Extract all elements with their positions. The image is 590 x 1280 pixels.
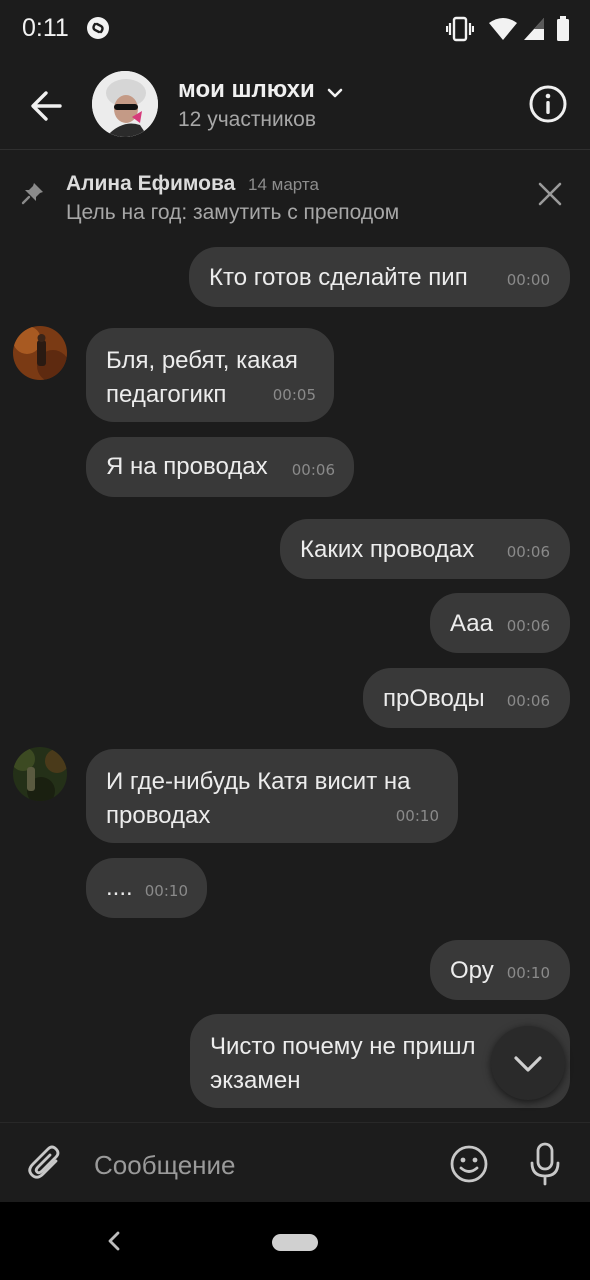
message-text: Я на проводах [106, 453, 268, 480]
avatar-image [13, 747, 67, 801]
back-arrow-icon[interactable] [24, 84, 68, 128]
wifi-icon [489, 18, 517, 40]
message-text: Каких проводах [300, 536, 475, 563]
sender-avatar[interactable] [13, 747, 67, 801]
message-time: 00:10 [144, 882, 188, 900]
message-bubble[interactable]: Ааа 00:06 [430, 593, 570, 653]
shazam-icon [87, 17, 109, 39]
message-list[interactable]: Кто готов сделайте пип 00:00 Бля, ребят,… [0, 240, 590, 1122]
info-circle-icon[interactable] [526, 82, 570, 126]
message-text: проводах [106, 802, 211, 829]
nav-home-pill[interactable] [272, 1234, 318, 1251]
chat-title[interactable]: мои шлюхи [178, 76, 315, 104]
message-time: 00:10 [506, 964, 550, 982]
microphone-icon[interactable] [524, 1141, 566, 1187]
chat-header: мои шлюхи 12 участников [0, 58, 590, 150]
message-time: 00:06 [506, 543, 550, 561]
message-time: 00:06 [506, 692, 550, 710]
pinned-message[interactable]: Алина Ефимова 14 марта Цель на год: заму… [0, 150, 590, 240]
message-time: 00:06 [506, 617, 550, 635]
message-text: И где-нибудь Катя висит на [106, 768, 411, 795]
battery-icon [557, 16, 569, 41]
message-bubble[interactable]: Я на проводах 00:06 [86, 437, 354, 497]
participants-count[interactable]: 12 участников [178, 108, 316, 132]
scroll-to-bottom-button[interactable] [491, 1026, 565, 1100]
message-time: 00:05 [272, 386, 316, 404]
message-bubble[interactable]: Кто готов сделайте пип 00:00 [189, 247, 570, 307]
chevron-down-icon[interactable] [324, 82, 346, 104]
vibrate-icon [446, 16, 474, 42]
pinned-date: 14 марта [248, 175, 319, 194]
message-time: 00:10 [395, 807, 439, 825]
message-bubble[interactable]: .... 00:10 [86, 858, 207, 918]
status-bar: 0:11 [0, 0, 590, 58]
smiley-icon[interactable] [448, 1143, 490, 1185]
message-bubble[interactable]: прОводы 00:06 [363, 668, 570, 728]
message-input[interactable] [94, 1143, 424, 1187]
message-text: Ааа [450, 610, 493, 637]
message-bubble[interactable]: Каких проводах 00:06 [280, 519, 570, 579]
message-time: 00:00 [506, 271, 550, 289]
message-text: Бля, ребят, какая [106, 347, 298, 374]
paperclip-icon[interactable] [26, 1143, 66, 1183]
message-text: Ору [450, 957, 494, 984]
avatar-image [92, 71, 158, 137]
message-bubble[interactable]: Ору 00:10 [430, 940, 570, 1000]
status-time: 0:11 [22, 14, 69, 42]
pinned-author: Алина Ефимова [66, 172, 236, 195]
message-time: 00:06 [291, 461, 335, 479]
message-composer [0, 1122, 590, 1202]
nav-back-icon[interactable] [102, 1226, 126, 1256]
pinned-text: Цель на год: замутить с преподом [66, 201, 400, 224]
message-text: прОводы [383, 685, 485, 712]
avatar-image [13, 326, 67, 380]
message-bubble[interactable]: Бля, ребят, какая педагогикп 00:05 [86, 328, 334, 422]
pin-icon [21, 183, 43, 205]
close-icon[interactable] [534, 178, 566, 210]
sender-avatar[interactable] [13, 326, 67, 380]
system-nav-bar [0, 1202, 590, 1280]
chat-avatar[interactable] [92, 71, 158, 137]
message-bubble[interactable]: И где-нибудь Катя висит на проводах 00:1… [86, 749, 458, 843]
signal-icon [524, 18, 544, 40]
chevron-down-icon [514, 1056, 542, 1072]
message-text: Кто готов сделайте пип [209, 264, 468, 291]
message-text: .... [106, 874, 133, 901]
